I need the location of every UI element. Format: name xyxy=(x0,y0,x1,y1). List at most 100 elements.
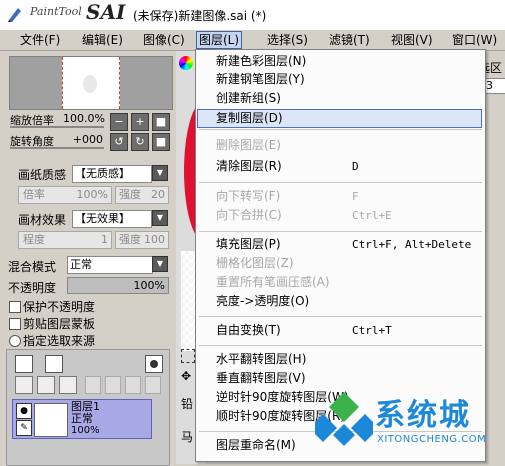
pencil-tool-label[interactable]: 铅 xyxy=(181,395,193,412)
opacity-value: 100% xyxy=(133,279,165,292)
menu-file[interactable]: 文件(F) xyxy=(18,32,62,48)
transfer-down-icon[interactable] xyxy=(125,376,141,394)
effect-level-value: 1 xyxy=(101,233,108,246)
blend-mode-select[interactable]: 正常 xyxy=(67,256,153,274)
rotate-reset-button[interactable]: ■ xyxy=(152,133,170,151)
layer-mask-icon[interactable] xyxy=(145,355,163,373)
menu-item-duplicate-layer[interactable]: 复制图层(D) xyxy=(197,109,482,128)
new-pen-layer-icon[interactable] xyxy=(45,355,63,373)
effect-strength-label: 强度 xyxy=(119,233,141,246)
zoom-value[interactable]: 100.0% xyxy=(63,112,105,125)
rotate-slider[interactable] xyxy=(10,147,104,149)
selection-tool-icon[interactable] xyxy=(181,349,195,363)
menu-separator xyxy=(199,182,482,183)
move-tool-icon[interactable]: ✥ xyxy=(181,369,195,383)
paper-scale-value: 100% xyxy=(76,188,108,201)
layer-thumbnail xyxy=(34,403,68,437)
window-title: (未保存)新建图像.sai (*) xyxy=(133,9,267,23)
menu-select[interactable]: 选择(S) xyxy=(265,32,310,48)
preserve-opacity-checkbox[interactable] xyxy=(9,301,21,313)
menu-separator xyxy=(199,231,482,232)
shortcut-merge-down: Ctrl+E xyxy=(352,209,392,222)
menu-item-clear-layer[interactable]: 清除图层(R) xyxy=(216,158,282,175)
paper-texture-select[interactable]: 【无质感】 xyxy=(72,165,152,183)
watermark: 系统城 XITONGCHENG.COM xyxy=(313,386,503,456)
paper-strength-field: 强度 20 xyxy=(115,186,169,204)
preserve-opacity-label: 保护不透明度 xyxy=(23,300,96,314)
selection-source-radio[interactable] xyxy=(9,335,21,347)
color-wheel-icon[interactable] xyxy=(179,56,193,70)
menu-item-duplicate-layer-label: 复制图层(D) xyxy=(216,111,283,125)
opacity-slider[interactable]: 100% xyxy=(67,277,169,294)
zoom-in-button[interactable]: + xyxy=(131,113,149,131)
menu-item-free-transform[interactable]: 自由变换(T) xyxy=(216,322,281,339)
menu-window[interactable]: 窗口(W) xyxy=(450,32,499,48)
zoom-out-button[interactable]: − xyxy=(110,113,128,131)
watermark-logo-icon xyxy=(315,392,373,446)
shortcut-clear-layer: D xyxy=(352,160,359,173)
clipping-group-checkbox[interactable] xyxy=(9,318,21,330)
layer-item[interactable]: ● ✎ 图层1 正常 100% xyxy=(12,399,152,439)
layer-mode: 正常 xyxy=(71,412,93,425)
menu-bar: 文件(F) 编辑(E) 图像(C) 图层(L) 选择(S) 滤镜(T) 视图(V… xyxy=(0,30,505,51)
rotate-value[interactable]: +000 xyxy=(63,133,103,146)
app-logo-icon xyxy=(8,8,21,22)
delete-layer-icon[interactable] xyxy=(85,376,101,394)
shortcut-fill-layer: Ctrl+F, Alt+Delete xyxy=(352,238,472,251)
effect-level-label: 程度 xyxy=(23,233,45,246)
menu-item-transfer-down: 向下转写(F) xyxy=(216,189,281,203)
brush-effect-select[interactable]: 【无效果】 xyxy=(72,210,152,228)
merge-down-icon[interactable] xyxy=(105,376,121,394)
logo-text-big: SAI xyxy=(86,0,126,24)
menu-layer[interactable]: 图层(L) xyxy=(196,31,243,49)
menu-item-new-color-layer[interactable]: 新建色彩图层(N) xyxy=(216,53,306,70)
menu-item-rasterize-layer: 栅格化图层(Z) xyxy=(216,256,294,270)
menu-item-flip-horizontal[interactable]: 水平翻转图层(H) xyxy=(216,351,306,368)
menu-item-reset-pressure: 重置所有笔画压感(A) xyxy=(216,275,330,289)
menu-item-fill-layer[interactable]: 填充图层(P) xyxy=(216,236,281,253)
menu-item-rename-layer[interactable]: 图层重命名(M) xyxy=(216,437,296,454)
chevron-down-icon[interactable]: ▼ xyxy=(152,165,168,181)
zoom-reset-button[interactable]: ■ xyxy=(152,113,170,131)
marker-tool-label[interactable]: 马 xyxy=(181,428,193,445)
opacity-label: 不透明度 xyxy=(8,281,57,295)
chevron-down-icon[interactable]: ▼ xyxy=(152,256,168,272)
shortcut-free-transform: Ctrl+T xyxy=(352,324,392,337)
menu-item-new-pen-layer[interactable]: 新建钢笔图层(Y) xyxy=(216,71,305,88)
menu-item-flip-vertical[interactable]: 垂直翻转图层(V) xyxy=(216,370,306,387)
clear-layer-icon[interactable] xyxy=(59,376,77,394)
new-folder-icon[interactable] xyxy=(15,376,33,394)
menu-edit[interactable]: 编辑(E) xyxy=(80,32,125,48)
logo-text-small: PaintTool xyxy=(30,5,82,18)
menu-separator xyxy=(199,316,482,317)
navigator-thumbnail[interactable] xyxy=(9,56,173,110)
rotate-left-button[interactable]: ↺ xyxy=(110,133,128,151)
watermark-url: XITONGCHENG.COM xyxy=(377,434,487,445)
menu-image[interactable]: 图像(C) xyxy=(141,32,187,48)
menu-separator xyxy=(199,345,482,346)
menu-item-merge-down: 向下合拼(C) xyxy=(216,208,282,222)
eye-icon[interactable]: ● xyxy=(16,403,32,419)
rotate-right-button[interactable]: ↻ xyxy=(131,133,149,151)
brush-icon[interactable]: ✎ xyxy=(16,420,32,436)
layer-opacity: 100% xyxy=(71,425,100,436)
menu-item-create-group[interactable]: 创建新组(S) xyxy=(216,90,281,107)
copy-to-layer-icon[interactable] xyxy=(37,376,55,394)
shortcut-transfer-down: F xyxy=(352,190,359,203)
zoom-slider[interactable] xyxy=(10,126,104,128)
blend-mode-label: 混合模式 xyxy=(8,260,57,274)
effect-strength-value: 100 xyxy=(144,233,165,246)
selection-source-label: 指定选取来源 xyxy=(23,334,96,348)
watermark-text: 系统城 xyxy=(375,398,471,433)
menu-item-luminance-to-opacity[interactable]: 亮度->透明度(O) xyxy=(216,293,309,310)
new-layer-icon[interactable] xyxy=(15,355,33,373)
paper-strength-label: 强度 xyxy=(119,188,141,201)
paper-texture-label: 画纸质感 xyxy=(18,168,67,182)
menu-view[interactable]: 视图(V) xyxy=(389,32,435,48)
menu-filter[interactable]: 滤镜(T) xyxy=(327,32,372,48)
paper-scale-field: 倍率 100% xyxy=(18,186,112,204)
title-bar: PaintTool SAI (未保存)新建图像.sai (*) xyxy=(0,0,505,31)
selection-value-field[interactable]: 3 xyxy=(483,78,505,94)
merge-visible-icon[interactable] xyxy=(145,376,161,394)
chevron-down-icon[interactable]: ▼ xyxy=(152,210,168,226)
